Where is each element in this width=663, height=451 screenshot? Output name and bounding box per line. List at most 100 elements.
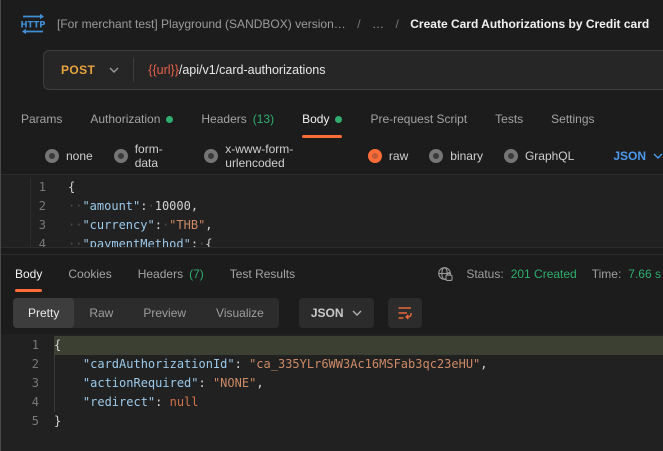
method-selector[interactable] xyxy=(109,67,133,73)
wrap-line-icon xyxy=(397,306,413,320)
code-line: 1{ xyxy=(31,178,663,197)
line-number: 4 xyxy=(31,235,46,248)
chevron-down-icon xyxy=(653,153,663,159)
tab-count: (13) xyxy=(253,112,274,126)
tab-test-results[interactable]: Test Results xyxy=(230,255,295,292)
token xyxy=(54,395,83,409)
tab-headers[interactable]: Headers(7) xyxy=(138,255,204,292)
tab-tests[interactable]: Tests xyxy=(495,100,523,138)
request-body-editor[interactable]: 1{2··"amount":·10000,3··"currency":·"THB… xyxy=(1,174,663,248)
code-line: 2 "cardAuthorizationId": "ca_335YLr6WW3A… xyxy=(1,355,663,374)
radio-icon xyxy=(45,149,59,163)
tab-label: Authorization xyxy=(90,112,160,126)
radio-icon xyxy=(504,149,518,163)
code-line: 4 "redirect": null xyxy=(1,393,663,412)
green-dot-icon xyxy=(335,116,342,123)
token: { xyxy=(54,338,61,352)
view-preview[interactable]: Preview xyxy=(128,298,201,328)
breadcrumb-collapsed[interactable]: … xyxy=(372,17,384,31)
http-request-icon: HTTP xyxy=(19,13,47,35)
tab-params[interactable]: Params xyxy=(21,100,62,138)
token: : xyxy=(191,237,198,248)
code-line: 1{ xyxy=(1,336,663,355)
mode-label: none xyxy=(66,149,93,163)
tab-label: Body xyxy=(15,267,42,281)
chevron-down-icon xyxy=(352,310,362,316)
line-number: 2 xyxy=(31,197,46,216)
token: · xyxy=(147,199,154,213)
body-mode-form-data[interactable]: form-data xyxy=(114,142,184,170)
code-text: { xyxy=(68,178,663,197)
body-language-label: JSON xyxy=(613,149,646,163)
code-text: ··"amount":·10000, xyxy=(68,197,663,216)
tab-cookies[interactable]: Cookies xyxy=(68,255,111,292)
tab-authorization[interactable]: Authorization xyxy=(90,100,173,138)
token: ·· xyxy=(68,199,82,213)
network-globe-lock-icon[interactable] xyxy=(437,266,453,282)
time-label: Time: xyxy=(592,267,622,281)
token: : xyxy=(155,218,162,232)
radio-icon xyxy=(204,149,218,163)
tab-label: Settings xyxy=(551,112,594,126)
breadcrumb-separator: / xyxy=(395,17,398,31)
code-text: "actionRequired": "NONE", xyxy=(54,374,663,393)
code-line: 5} xyxy=(1,412,663,431)
token: , xyxy=(191,199,198,213)
code-text: ··"paymentMethod":·{ xyxy=(68,235,663,248)
radio-icon xyxy=(368,149,382,163)
view-visualize[interactable]: Visualize xyxy=(201,298,279,328)
token: "NONE" xyxy=(213,376,256,390)
code-text: ··"currency":·"THB", xyxy=(68,216,663,235)
url-path: /api/v1/card-authorizations xyxy=(179,63,326,77)
body-mode-binary[interactable]: binary xyxy=(429,149,483,163)
code-text: "redirect": null xyxy=(54,393,663,412)
body-mode-graphql[interactable]: GraphQL xyxy=(504,149,574,163)
mode-label: raw xyxy=(389,149,408,163)
url-input[interactable]: {{url}}/api/v1/card-authorizations xyxy=(134,63,325,77)
green-dot-icon xyxy=(166,116,173,123)
tab-count: (7) xyxy=(189,267,204,281)
token: "paymentMethod" xyxy=(82,237,190,248)
line-number: 1 xyxy=(31,178,46,197)
line-number: 4 xyxy=(1,393,39,412)
breadcrumb-collection[interactable]: [For merchant test] Playground (SANDBOX)… xyxy=(57,17,346,31)
code-line: 4 ··"paymentMethod":·{ xyxy=(31,235,663,248)
token: "currency" xyxy=(82,218,154,232)
radio-icon xyxy=(429,149,443,163)
tab-headers[interactable]: Headers(13) xyxy=(201,100,274,138)
breadcrumb: HTTP [For merchant test] Playground (SAN… xyxy=(1,0,663,46)
url-bar: POST {{url}}/api/v1/card-authorizations xyxy=(43,50,663,90)
tab-label: Body xyxy=(302,112,329,126)
body-mode-x-www-form-urlencoded[interactable]: x-www-form-urlencoded xyxy=(204,142,347,170)
tab-settings[interactable]: Settings xyxy=(551,100,594,138)
response-tabs: Body Cookies Headers(7) Test Results Status… xyxy=(1,254,663,292)
view-pretty[interactable]: Pretty xyxy=(13,298,74,328)
token: ·· xyxy=(68,218,82,232)
tab-label: Pre-request Script xyxy=(370,112,467,126)
svg-text:HTTP: HTTP xyxy=(20,20,45,30)
view-raw[interactable]: Raw xyxy=(74,298,128,328)
line-number: 3 xyxy=(31,216,46,235)
tab-label: Tests xyxy=(495,112,523,126)
body-language-dropdown[interactable]: JSON xyxy=(613,149,663,163)
token: , xyxy=(480,357,487,371)
method-selector-label[interactable]: POST xyxy=(44,63,109,77)
body-mode-raw[interactable]: raw xyxy=(368,149,408,163)
response-body-editor[interactable]: 1{2 "cardAuthorizationId": "ca_335YLr6WW… xyxy=(1,334,663,451)
token: : xyxy=(155,395,169,409)
wrap-line-button[interactable] xyxy=(388,298,422,328)
token: , xyxy=(256,376,263,390)
mode-label: form-data xyxy=(135,142,184,170)
token: { xyxy=(68,180,75,194)
radio-icon xyxy=(114,149,128,163)
body-mode-none[interactable]: none xyxy=(45,149,93,163)
tab-body[interactable]: Body xyxy=(15,255,42,292)
tab-body[interactable]: Body xyxy=(302,100,342,138)
chevron-down-icon xyxy=(109,67,119,73)
tab-pre-request-script[interactable]: Pre-request Script xyxy=(370,100,467,138)
response-language-dropdown[interactable]: JSON xyxy=(299,298,374,328)
response-status-bar: Status: 201 Created Time: 7.66 s xyxy=(437,255,661,292)
token: "actionRequired" xyxy=(83,376,199,390)
token: 10000 xyxy=(155,199,191,213)
breadcrumb-request-name: Create Card Authorizations by Credit car… xyxy=(410,17,649,31)
